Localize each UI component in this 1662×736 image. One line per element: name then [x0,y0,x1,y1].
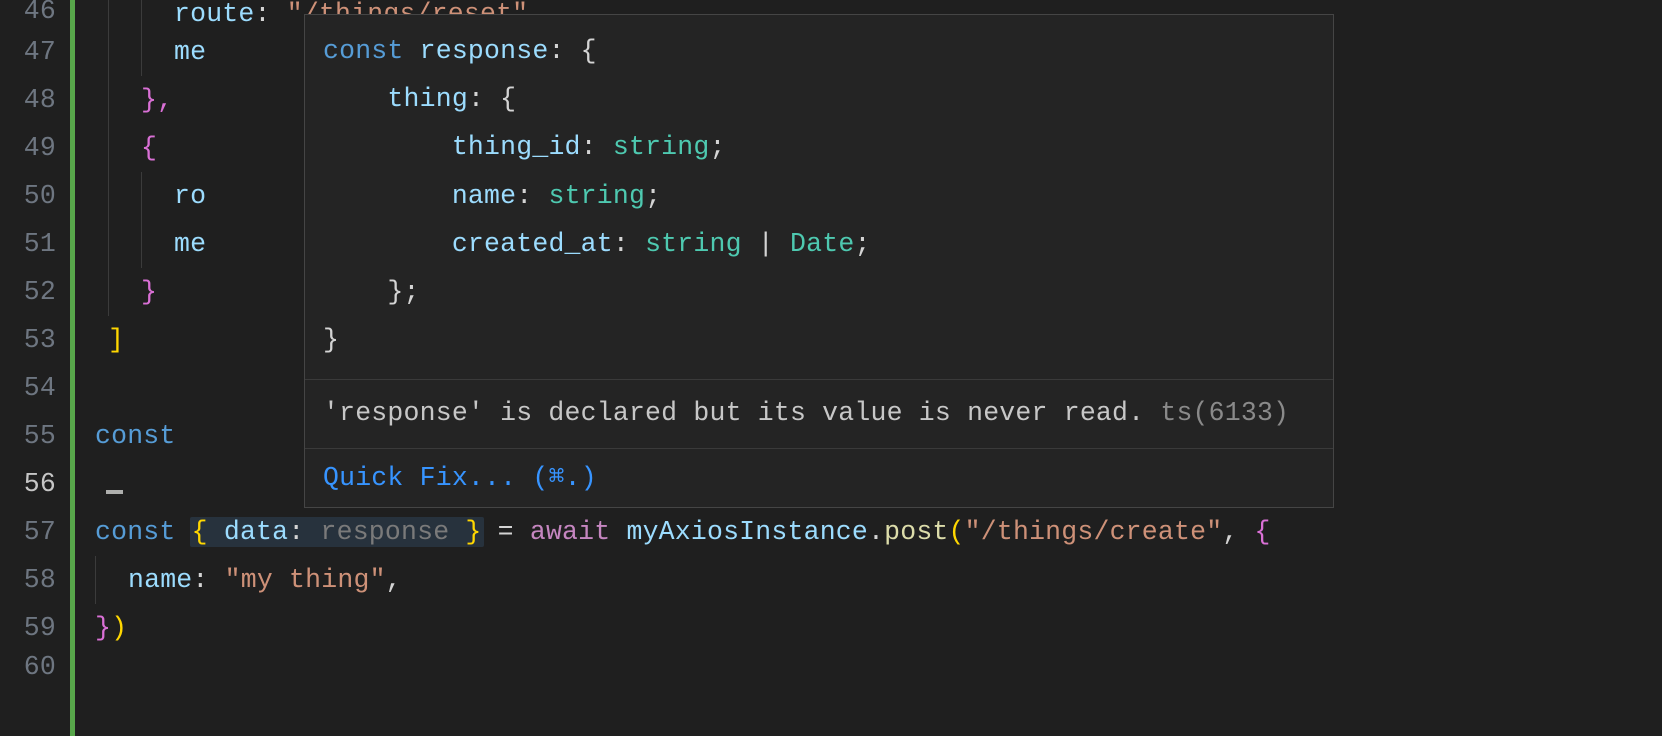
line-number: 48 [0,76,70,124]
line-number: 60 [0,652,70,672]
text-cursor [106,490,123,494]
quick-fix-link[interactable]: Quick Fix... [323,463,516,493]
line-number: 52 [0,268,70,316]
line-number: 58 [0,556,70,604]
code-line[interactable]: const { data: response } = await myAxios… [75,508,1662,556]
line-number: 57 [0,508,70,556]
line-number: 50 [0,172,70,220]
line-number: 47 [0,28,70,76]
line-number-active: 56 [0,460,70,508]
hover-actions: Quick Fix... (⌘.) [305,448,1333,507]
hover-type-signature: const response: { thing: { thing_id: str… [305,15,1333,379]
hover-tooltip[interactable]: const response: { thing: { thing_id: str… [304,14,1334,508]
line-number: 55 [0,412,70,460]
line-number: 53 [0,316,70,364]
line-number-gutter: 46 47 48 49 50 51 52 53 54 55 56 57 58 5… [0,0,70,736]
code-line[interactable]: name: "my thing", [75,556,1662,604]
code-line[interactable]: }) [75,604,1662,652]
hover-diagnostic: 'response' is declared but its value is … [305,379,1333,448]
code-editor[interactable]: 46 47 48 49 50 51 52 53 54 55 56 57 58 5… [0,0,1662,736]
line-number: 51 [0,220,70,268]
line-number: 46 [0,0,70,28]
code-area[interactable]: route: "/things/reset" me }, { ro me [70,0,1662,736]
line-number: 54 [0,364,70,412]
diagnostic-code: ts(6133) [1160,398,1289,428]
quick-fix-shortcut: (⌘.) [532,463,596,493]
line-number: 59 [0,604,70,652]
line-number: 49 [0,124,70,172]
